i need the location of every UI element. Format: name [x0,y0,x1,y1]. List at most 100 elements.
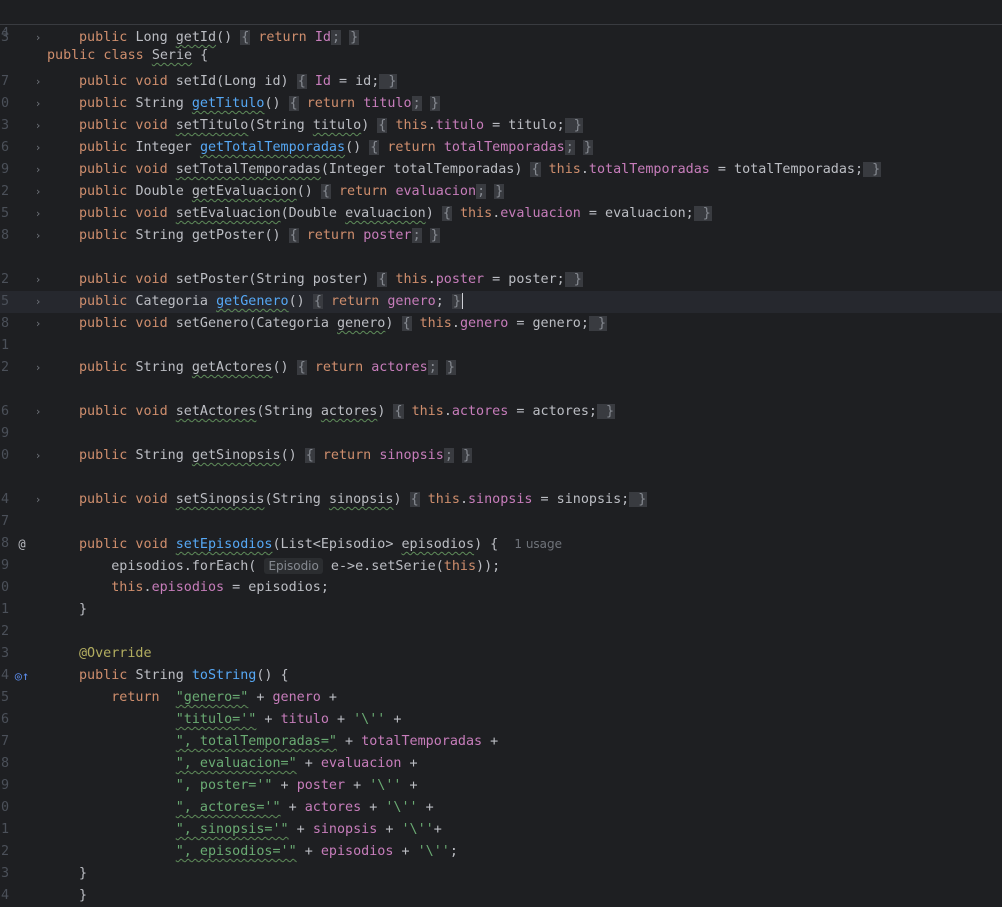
code-line[interactable]: 5 › public Categoria getGenero() { return … [0,291,1002,313]
line-number: 2 [0,360,9,375]
inlay-usage-hint[interactable]: 1 usage [514,537,562,551]
code-line[interactable]: 2 ", episodios='" + episodios + '\''; [0,841,1002,863]
code-line[interactable]: 2 [0,621,1002,643]
code-line[interactable]: 0 › public String getSinopsis() { return s… [0,445,1002,467]
code-text: public void setGenero(Categoria genero) … [79,313,608,335]
code-token: } [582,140,593,155]
code-editor[interactable]: 4 public class Serie { 3 › public Long get… [0,0,1002,906]
chevron-right-icon[interactable]: › [33,489,43,511]
code-line[interactable] [0,467,1002,489]
code-line[interactable]: 1 [0,335,1002,357]
code-token: evaluacion [320,756,402,771]
code-line[interactable]: 0 › public String getTitulo() { return tit… [0,93,1002,115]
code-line[interactable]: 5 › public void setEvaluacion(Double evalu… [0,203,1002,225]
code-token: evaluacion [395,184,477,199]
code-line[interactable]: 0 this.episodios = episodios; [0,577,1002,599]
code-token: . [451,316,460,331]
code-line[interactable]: 2 › public Double getEvaluacion() { return… [0,181,1002,203]
code-token: '\'' [417,844,450,859]
code-token: ; [443,448,454,463]
code-line[interactable]: 8 › public String getPoster() { return pos… [0,225,1002,247]
code-text: ", actores='" + actores + '\'' + [79,797,434,819]
code-line[interactable] [0,379,1002,401]
code-token: ; [435,294,452,309]
chevron-right-icon[interactable]: › [33,71,43,93]
code-line[interactable]: 8 ", evaluacion=" + evaluacion + [0,753,1002,775]
code-token: this [548,162,581,177]
code-line[interactable]: 7 ", totalTemporadas=" + totalTemporadas… [0,731,1002,753]
code-text: return "genero=" + genero + [79,687,337,709]
code-token: actores [320,404,378,419]
code-line[interactable]: 2 › public String getActores() { return ac… [0,357,1002,379]
line-number: 8 [0,756,9,771]
chevron-right-icon[interactable]: › [33,181,43,203]
code-line[interactable]: 5 return "genero=" + genero + [0,687,1002,709]
chevron-right-icon[interactable]: › [33,313,43,335]
code-line[interactable]: 6 "titulo='" + titulo + '\'' + [0,709,1002,731]
code-line[interactable]: 7 [0,511,1002,533]
code-line[interactable]: 3} [0,863,1002,885]
code-line[interactable] [0,247,1002,269]
code-line[interactable]: 9 [0,423,1002,445]
code-token: public [79,30,136,45]
chevron-right-icon[interactable]: › [33,401,43,423]
code-token: public [79,228,136,243]
code-token: )); [476,559,501,574]
code-line[interactable]: 8 › public void setGenero(Categoria genero… [0,313,1002,335]
line-number: 8 [0,316,9,331]
chevron-right-icon[interactable]: › [33,291,43,313]
code-token: . [459,492,468,507]
code-token: + [328,712,354,727]
code-token: = totalTemporadas; [709,162,864,177]
code-line[interactable]: 6 › public Integer getTotalTemporadas() { … [0,137,1002,159]
chevron-right-icon[interactable]: › [33,357,43,379]
chevron-right-icon[interactable]: › [33,269,43,291]
usage-marker-icon[interactable]: @ [12,533,32,555]
code-token: ", episodios='" [175,844,297,859]
code-line[interactable]: 9 › public void setTotalTemporadas(Integer… [0,159,1002,181]
code-line[interactable]: 3 @Override [0,643,1002,665]
code-token: evaluacion [345,206,426,221]
code-token: sinopsis [379,448,444,463]
code-text: public void setActores(String actores) {… [79,401,616,423]
code-line[interactable]: 8 @ public void setEpisodios(List<Episodio… [0,533,1002,555]
code-token: setTotalTemporadas [175,162,321,177]
chevron-right-icon[interactable]: › [33,93,43,115]
chevron-right-icon[interactable]: › [33,159,43,181]
code-token: this [111,580,144,595]
code-line[interactable]: 4 › public void setSinopsis(String sinopsi… [0,489,1002,511]
code-token: getSinopsis [191,448,281,463]
chevron-right-icon[interactable]: › [33,225,43,247]
chevron-right-icon[interactable]: › [33,445,43,467]
code-line[interactable]: 1} [0,599,1002,621]
code-line[interactable]: 9 ", poster='" + poster + '\'' + [0,775,1002,797]
override-marker-icon[interactable]: ◎↑ [12,665,32,687]
code-line[interactable]: 4 ◎↑ public String toString() { [0,665,1002,687]
code-text: public void setEpisodios(List<Episodio> … [79,533,562,556]
code-line[interactable]: 1 ", sinopsis='" + sinopsis + '\''+ [0,819,1002,841]
code-token: () { [256,668,289,683]
code-token: + [288,822,313,837]
code-text: public void setTotalTemporadas(Integer t… [79,159,882,181]
code-line[interactable]: 7 › public void setId(Long id) { Id = id; … [0,71,1002,93]
code-line[interactable]: 3 › public void setTitulo(String titulo) {… [0,115,1002,137]
code-line[interactable]: 4} [0,885,1002,907]
line-number: 8 [0,228,9,243]
code-line[interactable]: 2 › public void setPoster(String poster) {… [0,269,1002,291]
code-token: @Override [79,646,152,661]
code-token: String [135,668,192,683]
code-text: } [79,863,87,885]
chevron-right-icon[interactable]: › [33,115,43,137]
chevron-right-icon[interactable]: › [33,203,43,225]
sticky-class-header[interactable]: 4 public class Serie { [0,0,1002,63]
code-line[interactable]: 6 › public void setActores(String actores)… [0,401,1002,423]
code-token: (String [248,118,313,133]
chevron-right-icon[interactable]: › [33,137,43,159]
code-line[interactable]: 0 ", actores='" + actores + '\'' + [0,797,1002,819]
code-token: this [395,272,428,287]
code-token: () [272,360,297,375]
code-line[interactable]: 9 episodios.forEach( Episodio e->e.setSe… [0,555,1002,577]
